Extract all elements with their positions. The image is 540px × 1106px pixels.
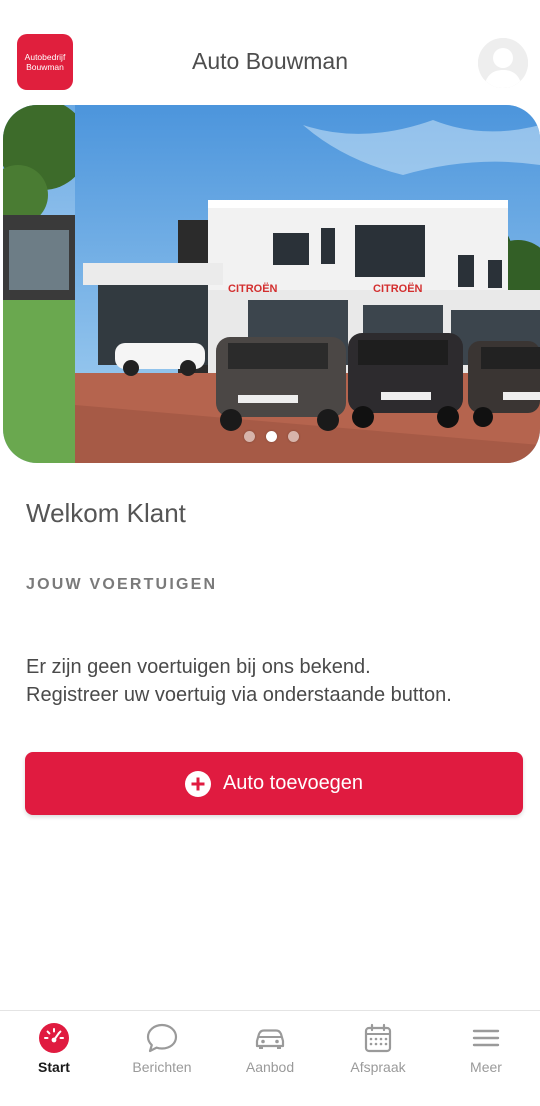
tab-berichten[interactable]: Berichten [108, 1011, 216, 1106]
car-icon [253, 1021, 287, 1055]
bottom-tab-bar: Start Berichten Aanbod Afspraak Meer [0, 1010, 540, 1106]
carousel-dot[interactable] [288, 431, 299, 442]
add-car-button[interactable]: Auto toevoegen [25, 752, 523, 815]
carousel-dot-active[interactable] [266, 431, 277, 442]
tab-aanbod-label: Aanbod [245, 1059, 295, 1075]
tab-start-label: Start [38, 1059, 70, 1075]
calendar-icon [361, 1021, 395, 1055]
tab-start[interactable]: Start [0, 1011, 108, 1106]
plus-circle-icon [184, 770, 211, 797]
carousel-dot[interactable] [244, 431, 255, 442]
menu-icon [469, 1021, 503, 1055]
tab-meer-label: Meer [470, 1059, 502, 1075]
tab-berichten-label: Berichten [132, 1059, 192, 1075]
welcome-heading: Welkom Klant [26, 498, 186, 528]
tab-aanbod[interactable]: Aanbod [216, 1011, 324, 1106]
app-header: Autobedrijf Bouwman Auto Bouwman [0, 0, 540, 104]
profile-avatar-button[interactable] [478, 38, 528, 88]
tab-afspraak-label: Afspraak [350, 1059, 406, 1075]
add-car-button-label: Auto toevoegen [222, 772, 364, 794]
chat-bubble-icon [145, 1021, 179, 1055]
hero-carousel[interactable]: CITROËN CITROËN [3, 105, 540, 463]
info-line-2: Registreer uw voertuig via onderstaande … [26, 684, 452, 706]
speedometer-icon [37, 1021, 71, 1055]
carousel-pagination [3, 431, 540, 442]
tab-afspraak[interactable]: Afspraak [324, 1011, 432, 1106]
svg-text:CITROËN: CITROËN [228, 282, 278, 295]
no-vehicles-message: Er zijn geen voertuigen bij ons bekend. … [26, 653, 526, 709]
app-title: Auto Bouwman [192, 48, 348, 74]
svg-text:CITROËN: CITROËN [373, 282, 423, 295]
dealership-photo: CITROËN CITROËN [3, 105, 540, 463]
info-line-1: Er zijn geen voertuigen bij ons bekend. [26, 656, 371, 678]
tab-meer[interactable]: Meer [432, 1011, 540, 1106]
user-silhouette-icon [478, 38, 528, 88]
vehicles-section-label: JOUW VOERTUIGEN [26, 576, 218, 593]
